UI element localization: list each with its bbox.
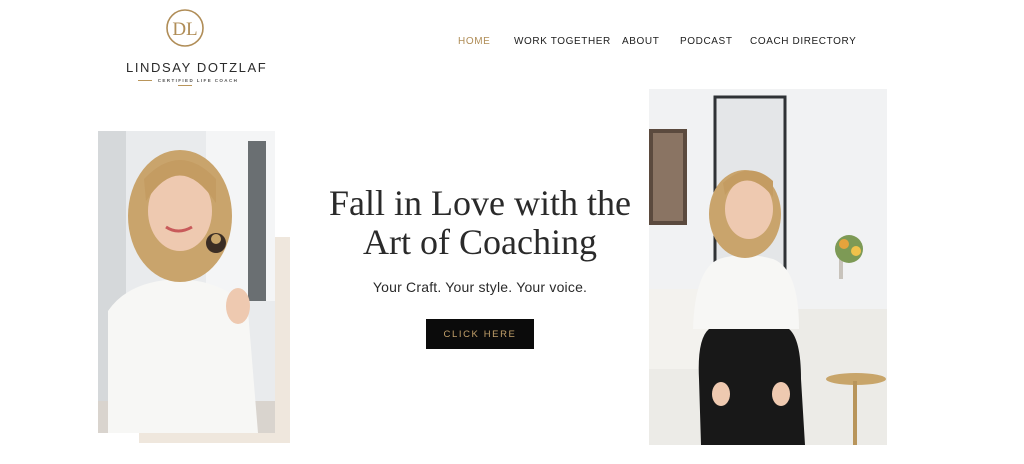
nav-coach-directory[interactable]: COACH DIRECTORY xyxy=(750,36,856,47)
nav-podcast[interactable]: PODCAST xyxy=(680,36,733,47)
nav-home[interactable]: HOME xyxy=(458,36,490,47)
nav-about[interactable]: ABOUT xyxy=(622,36,659,47)
site-logo[interactable]: DL LINDSAY DOTZLAF CERTIFIED LIFE COACH xyxy=(126,8,268,83)
logo-name: LINDSAY DOTZLAF xyxy=(126,60,268,75)
click-here-button[interactable]: CLICK HERE xyxy=(426,319,534,349)
hero-title-line2: Art of Coaching xyxy=(363,222,597,262)
svg-text:DL: DL xyxy=(172,19,197,40)
nav-work-together[interactable]: WORK TOGETHER xyxy=(514,36,611,47)
logo-tagline: CERTIFIED LIFE COACH xyxy=(126,78,244,88)
hero-subtitle: Your Craft. Your style. Your voice. xyxy=(372,279,588,295)
hero-photo-left xyxy=(98,131,275,433)
monogram-icon: DL xyxy=(166,9,204,47)
hero-title-line1: Fall in Love with the xyxy=(329,183,631,223)
hero-title: Fall in Love with the Art of Coaching xyxy=(300,184,660,262)
hero-photo-right xyxy=(649,89,887,445)
